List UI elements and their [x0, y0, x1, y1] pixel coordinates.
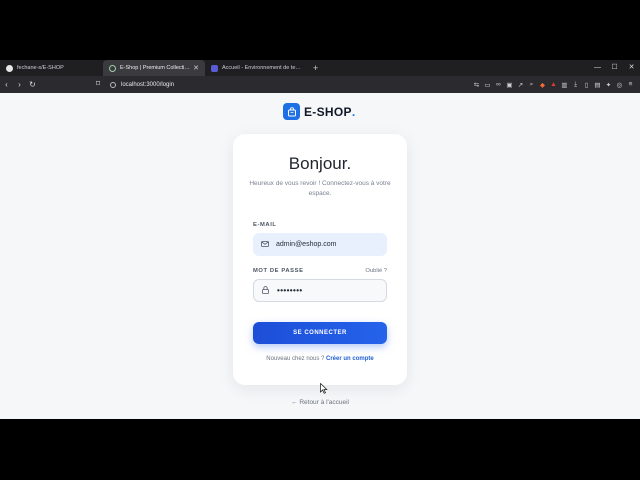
back-home-link[interactable]: ← Retour à l'accueil — [0, 399, 640, 406]
translate-icon[interactable]: ⇆ — [471, 81, 482, 89]
url-text: localhost:3000/login — [121, 81, 175, 88]
screen: fechane-s/E-SHOP E-Shop | Premium Collec… — [0, 0, 640, 480]
extension-icon[interactable]: ▲ — [548, 81, 559, 88]
nav-bar: ‹ › ↻ ⌑ localhost:3000/login ⇆ ▭ ∞ ▣ ↗ ⌕… — [0, 76, 640, 93]
wallet-toolbar-icon[interactable]: ▤ — [592, 81, 603, 89]
screen-icon[interactable]: ▭ — [482, 81, 493, 89]
password-value: •••••••• — [277, 286, 303, 295]
vpn-icon[interactable]: ◎ — [614, 81, 625, 89]
share-icon[interactable]: ↗ — [515, 81, 526, 89]
signup-prompt: Nouveau chez nous ? Créer un compte — [233, 356, 407, 362]
lock-icon — [262, 285, 270, 296]
tab-accueil[interactable]: Accueil - Environnement de test /Ne... — [205, 60, 307, 76]
wallet-icon[interactable]: ▣ — [504, 81, 515, 89]
brave-shield-icon[interactable]: ◆ — [537, 81, 548, 89]
tab-label: Accueil - Environnement de test /Ne... — [222, 65, 301, 71]
page-title: Bonjour. — [288, 154, 352, 173]
password-field[interactable]: •••••••• — [253, 279, 387, 302]
window-controls: — ☐ ✕ — [589, 60, 640, 76]
forward-icon[interactable]: › — [13, 76, 26, 93]
email-value: admin@eshop.com — [276, 241, 337, 248]
menu-icon[interactable]: ≡ — [625, 81, 636, 88]
tab-eshop-active[interactable]: E-Shop | Premium Collection ✕ — [103, 60, 205, 76]
page-subtitle: Heureux de vous revoir ! Connectez-vous … — [249, 180, 391, 197]
back-home-label: Retour à l'accueil — [299, 399, 349, 406]
download-icon[interactable]: ⤓ — [570, 81, 581, 89]
email-field[interactable]: admin@eshop.com — [253, 233, 387, 256]
tab-bar: fechane-s/E-SHOP E-Shop | Premium Collec… — [0, 60, 640, 76]
toolbar-icons: ⇆ ▭ ∞ ▣ ↗ ⌕ ◆ ▲ ▥ ⤓ ▯ ▤ ✦ ◎ ≡ — [471, 76, 636, 93]
github-icon — [6, 64, 13, 72]
signup-link[interactable]: Créer un compte — [326, 356, 374, 362]
tab-label: fechane-s/E-SHOP — [17, 65, 64, 71]
shopping-bag-icon — [283, 103, 300, 120]
glasses-icon[interactable]: ∞ — [493, 81, 504, 88]
forgot-password-link[interactable]: Oublié ? — [365, 268, 387, 274]
back-icon[interactable]: ‹ — [0, 76, 13, 93]
minimize-icon[interactable]: — — [589, 60, 606, 76]
app-icon — [211, 64, 218, 72]
close-icon[interactable]: ✕ — [193, 64, 199, 72]
arrow-left-icon: ← — [291, 399, 298, 406]
mail-icon — [261, 240, 269, 249]
email-label: E-MAIL — [253, 222, 277, 228]
maximize-icon[interactable]: ☐ — [606, 60, 623, 76]
brand-dot: . — [351, 104, 356, 119]
leo-icon[interactable]: ✦ — [603, 81, 614, 89]
password-label: MOT DE PASSE — [253, 268, 304, 274]
address-bar[interactable]: localhost:3000/login — [110, 79, 400, 90]
login-page: E-SHOP. Bonjour. Heureux de vous revoir … — [0, 93, 640, 419]
reload-icon[interactable]: ↻ — [26, 76, 39, 93]
new-tab-button[interactable]: + — [307, 63, 324, 73]
panel-icon[interactable]: ▯ — [581, 81, 592, 89]
close-window-icon[interactable]: ✕ — [623, 60, 640, 76]
signup-text: Nouveau chez nous ? — [266, 356, 325, 362]
tab-label: E-Shop | Premium Collection — [120, 65, 191, 71]
globe-icon — [109, 64, 116, 72]
tab-github[interactable]: fechane-s/E-SHOP — [0, 60, 103, 76]
login-card: Bonjour. Heureux de vous revoir ! Connec… — [233, 134, 407, 385]
login-button[interactable]: SE CONNECTER — [253, 322, 387, 344]
brand-name: E-SHOP — [304, 104, 352, 119]
zoom-icon[interactable]: ⌕ — [526, 81, 537, 89]
brand-logo[interactable]: E-SHOP. — [283, 103, 355, 120]
browser-window: fechane-s/E-SHOP E-Shop | Premium Collec… — [0, 60, 640, 419]
sidebar-icon[interactable]: ▥ — [559, 81, 570, 89]
site-info-icon[interactable] — [110, 81, 116, 88]
bookmark-icon[interactable]: ⌑ — [96, 79, 100, 88]
